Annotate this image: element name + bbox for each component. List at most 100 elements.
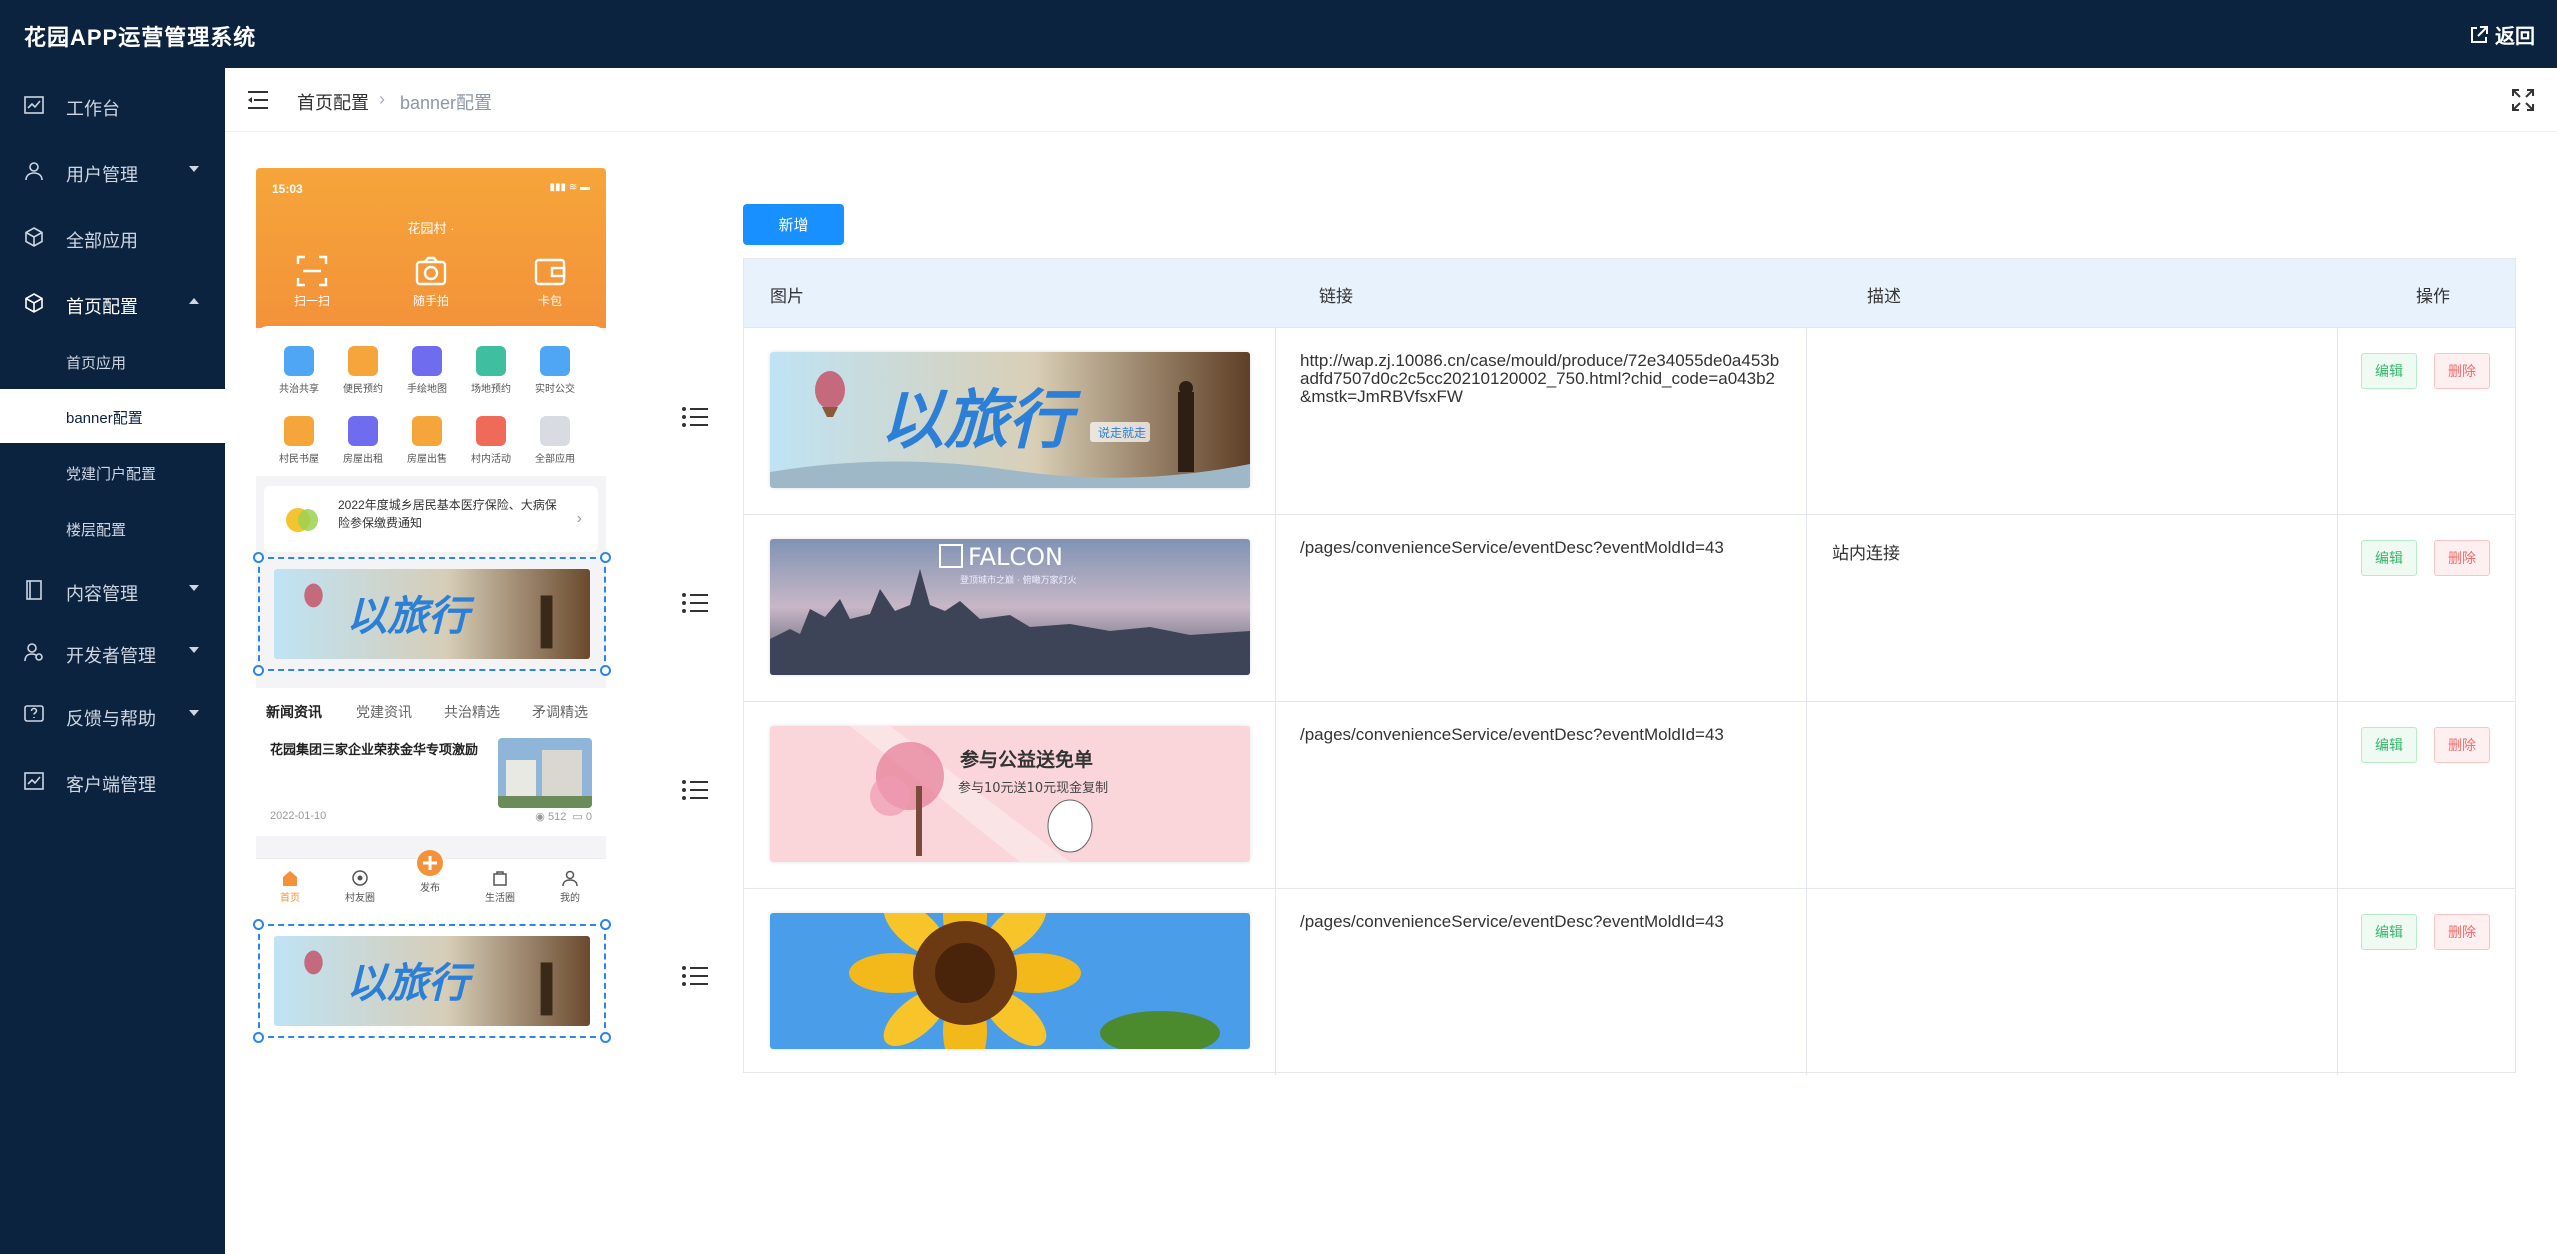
svg-text:登顶城市之巅 · 俯瞰万家灯火: 登顶城市之巅 · 俯瞰万家灯火 (960, 574, 1077, 586)
banner-image-charity: 参与公益送免单 参与10元送10元现金复制 (770, 726, 1250, 862)
sidebar-item-home-config[interactable]: 首页配置 (0, 270, 225, 336)
news-comments: 0 (585, 811, 592, 823)
sidebar-item-label: 内容管理 (66, 584, 138, 604)
menu-fold-icon[interactable] (247, 90, 269, 110)
chevron-right-icon: › (576, 510, 582, 527)
subitem-label: banner配置 (66, 410, 143, 427)
phone-tab: 矛调精选 (532, 704, 588, 720)
svg-text:以旅行: 以旅行 (346, 959, 474, 1007)
phone-header: 15:03 ▮▮▮ ≋ ▬ 花园村 · 扫一扫 随手拍 卡包 (256, 168, 606, 328)
add-button[interactable]: 新增 (743, 204, 844, 245)
delete-button[interactable]: 删除 (2434, 540, 2490, 576)
service-label: 房屋出售 (407, 454, 447, 465)
phone-nav-me: 我的 (540, 869, 600, 904)
sidebar-item-workbench[interactable]: 工作台 (0, 72, 225, 138)
phone-service: 全部应用 (524, 416, 586, 465)
news-title: 花园集团三家企业荣获金华专项激励 (270, 742, 479, 757)
phone-notice: 2022年度城乡居民基本医疗保险、大病保险参保缴费通知 › (264, 486, 598, 552)
service-label: 共治共享 (279, 384, 319, 395)
service-label: 全部应用 (535, 454, 575, 465)
sidebar-item-label: 全部应用 (66, 231, 138, 251)
question-icon (24, 705, 44, 722)
phone-tab: 共治精选 (444, 704, 500, 720)
sidebar-item-all-apps[interactable]: 全部应用 (0, 204, 225, 270)
plus-icon (417, 850, 443, 876)
phone-village: 花园村 · (407, 221, 455, 236)
delete-button[interactable]: 删除 (2434, 914, 2490, 950)
sidebar-item-developers[interactable]: 开发者管理 (0, 619, 225, 685)
table-header: 图片 链接 描述 操作 (744, 259, 2515, 327)
app-title: 花园APP运营管理系统 (24, 25, 257, 50)
banner-description: 站内连接 (1832, 544, 1900, 563)
edit-button[interactable]: 编辑 (2361, 353, 2417, 389)
delete-button[interactable]: 删除 (2434, 353, 2490, 389)
sidebar-item-feedback[interactable]: 反馈与帮助 (0, 682, 225, 748)
top-bar: 花园APP运营管理系统 返回 (0, 0, 2557, 68)
header-actions: 操作 (2416, 287, 2450, 306)
sidebar-subitem-banner-config[interactable]: banner配置 (0, 389, 225, 443)
sidebar-item-clients[interactable]: 客户端管理 (0, 748, 225, 814)
phone-nav-home: 首页 (260, 869, 320, 904)
delete-button[interactable]: 删除 (2434, 727, 2490, 763)
edit-button[interactable]: 编辑 (2361, 914, 2417, 950)
wallet-icon (534, 258, 566, 286)
nav-label: 首页 (280, 893, 300, 904)
developer-icon (24, 643, 43, 662)
phone-service: 村民书屋 (268, 416, 330, 465)
phone-bottom-nav: 首页 村友圈 发布 生活圈 我的 (256, 850, 606, 908)
subitem-label: 首页应用 (66, 355, 127, 372)
sidebar-item-label: 开发者管理 (66, 646, 156, 666)
banner-link: /pages/convenienceService/eventDesc?even… (1300, 538, 1724, 557)
drag-handle-icon[interactable] (681, 964, 709, 988)
edit-button[interactable]: 编辑 (2361, 727, 2417, 763)
service-label: 实时公交 (535, 384, 575, 395)
nav-label: 发布 (420, 883, 440, 894)
sidebar-subitem-home-apps[interactable]: 首页应用 (0, 334, 225, 388)
edit-button[interactable]: 编辑 (2361, 540, 2417, 576)
user-icon (25, 162, 43, 181)
drag-handle-icon[interactable] (681, 778, 709, 802)
phone-service: 房屋出售 (396, 416, 458, 465)
back-label: 返回 (2495, 26, 2535, 48)
news-meta: ◉ 512 ▭ 0 (535, 811, 592, 823)
back-button[interactable]: 返回 (2469, 20, 2535, 49)
header-image: 图片 (770, 287, 804, 306)
chart-line-icon (24, 772, 44, 790)
sidebar-item-content[interactable]: 内容管理 (0, 557, 225, 623)
nav-label: 生活圈 (485, 893, 515, 904)
caret-up-icon (189, 298, 199, 304)
service-label: 场地预约 (471, 384, 511, 395)
drag-handle-icon[interactable] (681, 405, 709, 429)
tool-label: 随手拍 (412, 294, 449, 308)
drag-handle-icon[interactable] (681, 591, 709, 615)
phone-service: 场地预约 (460, 346, 522, 395)
tool-label: 卡包 (537, 294, 562, 308)
fullscreen-icon[interactable] (2511, 88, 2535, 112)
sidebar-subitem-party-portal[interactable]: 党建门户配置 (0, 445, 225, 499)
phone-tab: 党建资讯 (356, 704, 412, 720)
nav-label: 我的 (560, 893, 580, 904)
sidebar-item-label: 首页配置 (66, 297, 138, 317)
phone-services-card: 共治共享 便民预约 手绘地图 场地预约 实时公交 村民书屋 房屋出租 房屋出售 … (256, 326, 606, 476)
phone-tool-scan: 扫一扫 (272, 254, 352, 309)
breadcrumb-parent[interactable]: 首页配置 (297, 89, 369, 115)
phone-service: 房屋出租 (332, 416, 394, 465)
header-description: 描述 (1867, 287, 1901, 306)
svg-text:FALCON: FALCON (968, 543, 1063, 571)
phone-service: 手绘地图 (396, 346, 458, 395)
caret-down-icon (189, 710, 199, 716)
banner-thumb-travel: 以旅行 (274, 569, 590, 659)
bag-icon (493, 871, 507, 886)
sidebar-item-label: 用户管理 (66, 165, 138, 185)
notice-text: 2022年度城乡居民基本医疗保险、大病保险参保缴费通知 (338, 498, 557, 530)
sidebar-subitem-floor-config[interactable]: 楼层配置 (0, 501, 225, 555)
cube-icon (25, 293, 43, 313)
svg-text:参与10元送10元现金复制: 参与10元送10元现金复制 (958, 780, 1108, 796)
circle-icon (352, 870, 368, 886)
news-date: 2022-01-10 (270, 810, 327, 822)
sidebar-item-users[interactable]: 用户管理 (0, 138, 225, 204)
phone-banner-slot-selected[interactable]: 以旅行 (253, 552, 611, 676)
phone-nav-friends: 村友圈 (330, 869, 390, 904)
banner-link: /pages/convenienceService/eventDesc?even… (1300, 725, 1724, 744)
phone-banner-slot-selected[interactable]: 以旅行 (253, 919, 611, 1043)
